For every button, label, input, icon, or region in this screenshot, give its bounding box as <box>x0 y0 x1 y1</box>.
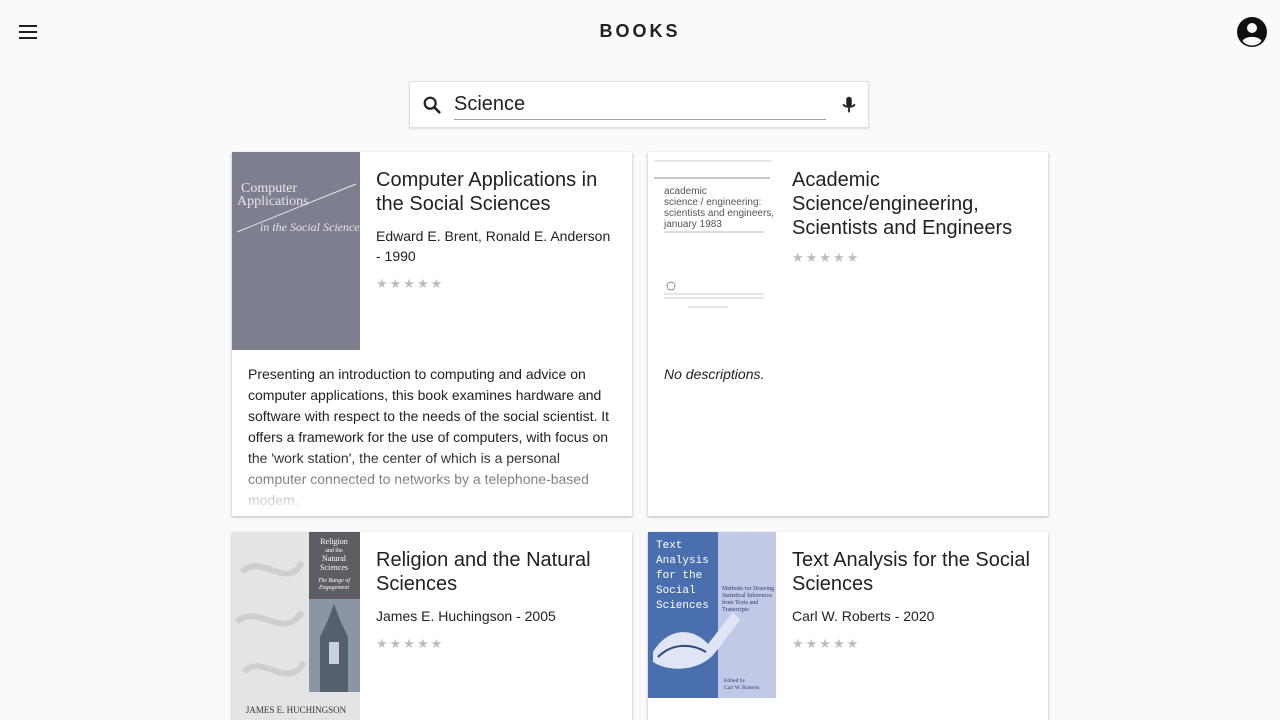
book-info: Academic Science/engineering, Scientists… <box>792 168 1032 266</box>
svg-text:in the Social Sciences: in the Social Sciences <box>260 220 360 234</box>
app-title: BOOKS <box>599 21 681 41</box>
book-info: Computer Applications in the Social Scie… <box>376 168 616 292</box>
search-input[interactable] <box>454 90 826 120</box>
svg-text:scientists and engineers,: scientists and engineers, <box>664 208 774 219</box>
search-bar <box>409 81 869 128</box>
svg-text:Edited by: Edited by <box>724 678 745 684</box>
book-description: Presenting an introduction to computing … <box>248 364 620 514</box>
svg-text:Engagement: Engagement <box>318 585 349 591</box>
top-app-bar: BOOKS <box>0 0 1280 64</box>
svg-text:january 1983: january 1983 <box>663 219 722 230</box>
book-author: Carl W. Roberts - 2020 <box>792 608 935 624</box>
svg-text:The Range of: The Range of <box>318 577 351 584</box>
svg-text:Religion: Religion <box>320 537 348 546</box>
svg-text:Sciences: Sciences <box>320 563 348 572</box>
svg-text:Sciences: Sciences <box>656 600 709 612</box>
search-icon[interactable] <box>421 94 443 116</box>
rating-stars: ★★★★★ <box>792 636 861 651</box>
svg-text:JAMES E. HUCHINGSON: JAMES E. HUCHINGSON <box>246 705 347 715</box>
book-card[interactable]: academic science / engineering: scientis… <box>648 152 1048 516</box>
book-description: No descriptions. <box>664 366 765 382</box>
account-circle-icon[interactable] <box>1236 16 1268 48</box>
book-card[interactable]: Text Analysis for the Social Sciences Me… <box>648 532 1048 720</box>
svg-text:Analysis: Analysis <box>656 555 709 567</box>
svg-text:academic: academic <box>664 186 707 197</box>
book-cover-image: Text Analysis for the Social Sciences Me… <box>648 532 776 698</box>
book-title: Text Analysis for the Social Sciences <box>792 549 1030 595</box>
rating-stars: ★★★★★ <box>376 636 445 651</box>
svg-text:for the: for the <box>656 570 702 582</box>
rating-stars: ★★★★★ <box>376 276 445 291</box>
svg-text:science / engineering:: science / engineering: <box>664 197 761 208</box>
svg-text:Carl W. Roberts: Carl W. Roberts <box>724 685 759 691</box>
svg-text:Natural: Natural <box>322 554 347 563</box>
book-title: Computer Applications in the Social Scie… <box>376 169 598 215</box>
book-cover-image: Religion and the Natural Sciences The Ra… <box>232 532 360 720</box>
rating-stars: ★★★★★ <box>792 250 861 265</box>
book-cover-image: Computer Applications in the Social Scie… <box>232 152 360 350</box>
svg-text:Text: Text <box>656 540 682 552</box>
book-card[interactable]: Religion and the Natural Sciences The Ra… <box>232 532 632 720</box>
svg-text:Applications: Applications <box>237 194 309 209</box>
book-info: Religion and the Natural Sciences James … <box>376 548 616 652</box>
book-cover-image: academic science / engineering: scientis… <box>648 152 776 322</box>
book-title: Religion and the Natural Sciences <box>376 549 591 595</box>
book-author: James E. Huchingson - 2005 <box>376 608 556 624</box>
book-info: Text Analysis for the Social Sciences Ca… <box>792 548 1032 652</box>
mic-icon[interactable] <box>838 94 860 116</box>
book-card[interactable]: Computer Applications in the Social Scie… <box>232 152 632 516</box>
svg-text:Social: Social <box>656 585 696 597</box>
book-title: Academic Science/engineering, Scientists… <box>792 169 1013 239</box>
book-author: Edward E. Brent, Ronald E. Anderson - 19… <box>376 228 611 264</box>
